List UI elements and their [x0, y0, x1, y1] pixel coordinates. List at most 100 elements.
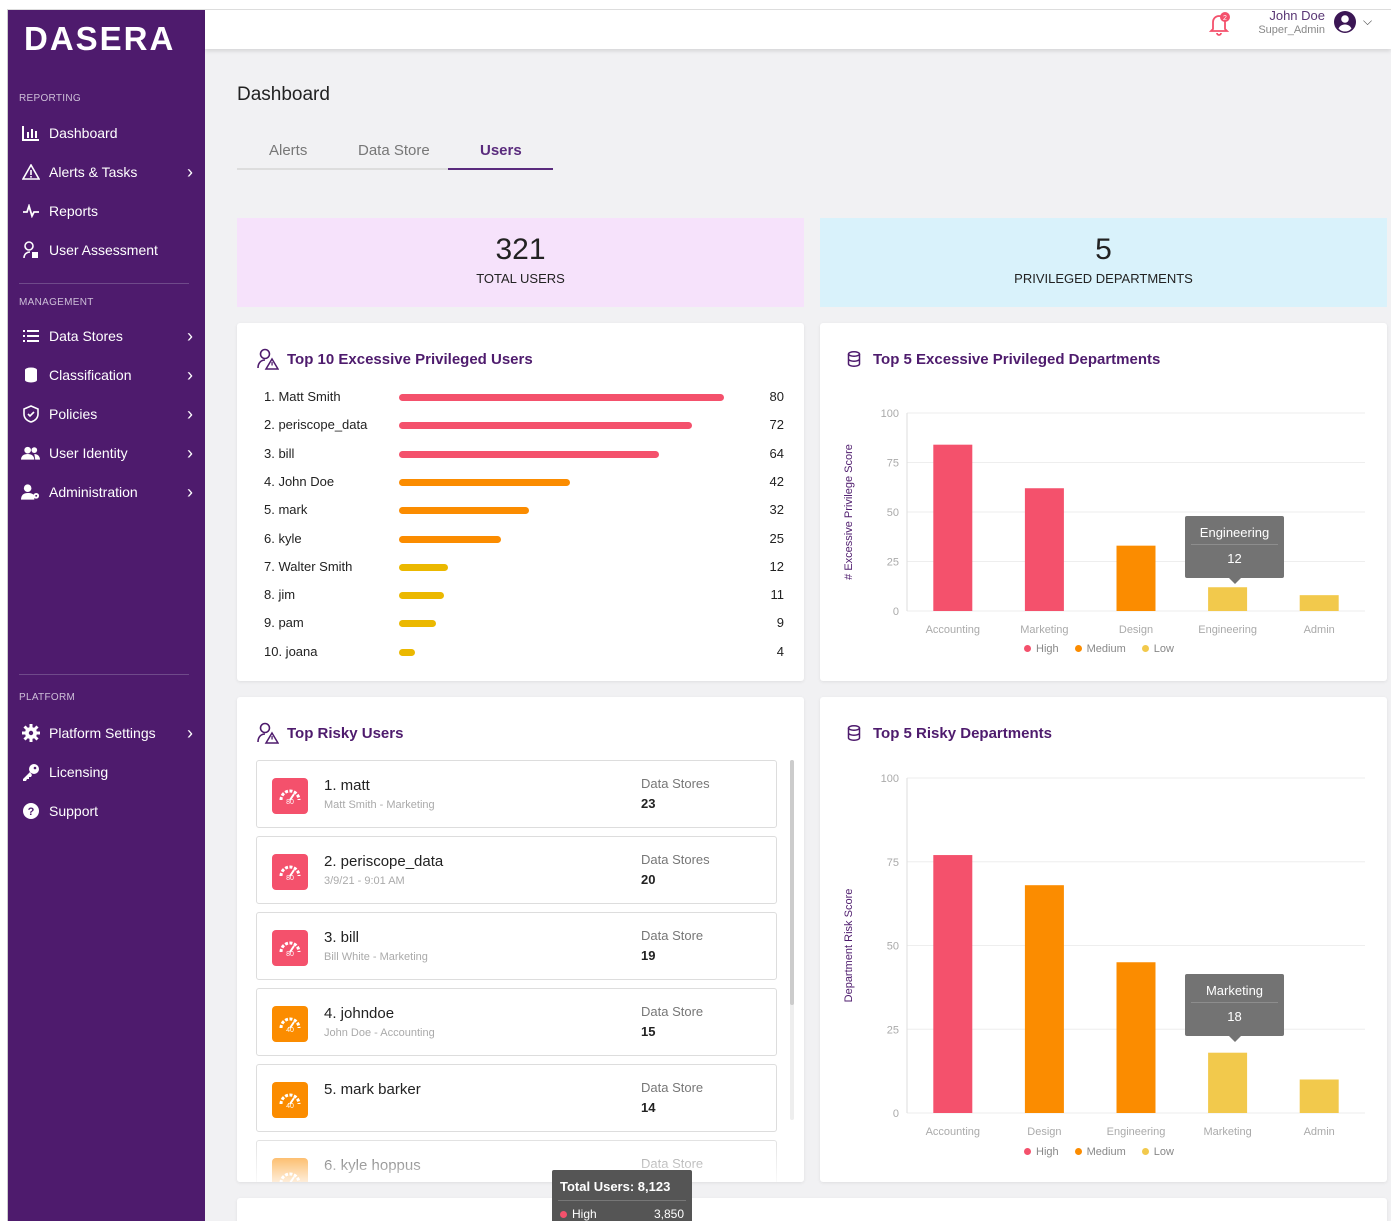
- sidebar-item-data-stores[interactable]: Data Stores ›: [21, 324, 193, 348]
- table-row[interactable]: 8. jim 11: [264, 587, 784, 607]
- scrollbar-thumb[interactable]: [790, 760, 794, 1005]
- page-title: Dashboard: [237, 84, 330, 105]
- chevron-right-icon: ›: [187, 482, 193, 502]
- top-privileged-departments-card: Top 5 Excessive Privileged Departments 0…: [820, 323, 1387, 681]
- risk-score: 80: [286, 798, 294, 806]
- sidebar-item-platform-settings[interactable]: Platform Settings ›: [21, 721, 193, 745]
- pulse-icon: [21, 202, 40, 221]
- tooltip-label: Engineering: [1199, 525, 1270, 540]
- table-row[interactable]: 4. John Doe 42: [264, 474, 784, 494]
- legend-high[interactable]: High: [1024, 643, 1059, 655]
- x-tick-label: Admin: [1304, 624, 1335, 636]
- chart-bar: [1116, 545, 1156, 611]
- chart-bar: [933, 855, 973, 1113]
- user-role: Super_Admin: [1258, 24, 1325, 36]
- tooltip-value: 18: [1227, 1009, 1242, 1024]
- score-bar: [399, 478, 570, 486]
- data-stores-label: Data Store: [641, 1080, 704, 1095]
- list-item[interactable]: 80 3. bill Bill White - Marketing Data Stor…: [256, 912, 777, 980]
- y-tick-label: 75: [887, 458, 899, 470]
- risk-gauge-icon: 80: [272, 854, 308, 890]
- risk-score: 40: [286, 1102, 294, 1110]
- chart-bar: [1116, 962, 1156, 1113]
- user-name: 9. pam: [264, 615, 304, 631]
- data-stores-value: 15: [641, 1024, 656, 1039]
- card-title: Top Risky Users: [257, 722, 403, 744]
- risky-departments-chart: 0 25 50 75 100 Department Risk Score Accountin…: [843, 773, 1365, 1138]
- table-row[interactable]: 6. kyle 25: [264, 531, 784, 551]
- chevron-down-icon[interactable]: ⌵: [1363, 14, 1372, 29]
- table-row[interactable]: 3. bill 64: [264, 446, 784, 466]
- sidebar-item-label: Dashboard: [49, 125, 118, 141]
- sidebar-divider: [19, 283, 189, 284]
- tab-users[interactable]: Users: [480, 142, 522, 159]
- sidebar-item-support[interactable]: ? Support: [21, 799, 193, 823]
- legend-high[interactable]: High: [1024, 1146, 1059, 1158]
- data-stores-value: 23: [641, 796, 656, 811]
- list-item[interactable]: 80 1. matt Matt Smith - Marketing Data Stor…: [256, 760, 777, 828]
- legend-label: Low: [1153, 1146, 1174, 1158]
- table-row[interactable]: 2. periscope_data 72: [264, 417, 784, 437]
- x-tick-label: Marketing: [1203, 1126, 1251, 1138]
- help-icon: ?: [21, 802, 40, 821]
- list-item[interactable]: 40 4. johndoe John Doe - Accounting Data St…: [256, 988, 777, 1056]
- avatar[interactable]: [1334, 11, 1356, 33]
- top-privileged-users-card: Top 10 Excessive Privileged Users 1. Mat…: [237, 323, 804, 681]
- legend-medium[interactable]: Medium: [1074, 643, 1126, 655]
- sidebar-item-user-identity[interactable]: User Identity ›: [21, 441, 193, 465]
- user-warning-icon: [257, 348, 279, 370]
- bar-chart-icon: [21, 124, 40, 143]
- chevron-right-icon: ›: [187, 404, 193, 424]
- table-row[interactable]: 7. Walter Smith 12: [264, 559, 784, 579]
- data-stores-label: Data Stores: [641, 776, 710, 791]
- table-row[interactable]: 10. joana 4: [264, 644, 784, 664]
- notification-bell-icon[interactable]: 2: [1208, 12, 1231, 41]
- tab-data-store[interactable]: Data Store: [358, 142, 430, 159]
- sidebar-item-user-assessment[interactable]: User Assessment: [21, 238, 193, 262]
- dasera-logo[interactable]: DASERA: [24, 20, 175, 58]
- table-row[interactable]: 1. Matt Smith 80: [264, 389, 784, 409]
- tooltip-row-value: 3,850: [653, 1207, 684, 1221]
- risky-user-subtitle: 3/9/21 - 9:01 AM: [324, 875, 405, 887]
- sidebar-item-licensing[interactable]: Licensing: [21, 760, 193, 784]
- list-item[interactable]: 40 5. mark barker Data Store 14: [256, 1064, 777, 1132]
- sidebar-item-label: Support: [49, 803, 99, 819]
- sidebar-item-label: Policies: [49, 406, 98, 422]
- list-item[interactable]: 80 2. periscope_data 3/9/21 - 9:01 AM Data …: [256, 836, 777, 904]
- table-row[interactable]: 9. pam 9: [264, 615, 784, 635]
- user-name: 10. joana: [264, 643, 318, 659]
- sidebar-item-alerts-tasks[interactable]: Alerts & Tasks ›: [21, 160, 193, 184]
- privileged-departments-card: 5 PRIVILEGED DEPARTMENTS: [820, 218, 1387, 307]
- tooltip-row-label-text: High: [572, 1207, 597, 1221]
- risk-score: 80: [286, 950, 294, 958]
- x-tick-label: Accounting: [926, 624, 980, 636]
- score-bar: [399, 535, 501, 543]
- sidebar-item-classification[interactable]: Classification ›: [21, 363, 193, 387]
- total-users-value: 321: [495, 233, 546, 266]
- y-tick-label: 50: [887, 941, 899, 953]
- x-tick-label: Engineering: [1107, 1126, 1166, 1138]
- scrollbar[interactable]: [790, 760, 794, 1120]
- y-tick-label: 25: [887, 1024, 899, 1036]
- score-bar: [399, 422, 692, 430]
- legend-low[interactable]: Low: [1141, 1146, 1174, 1158]
- table-row[interactable]: 5. mark 32: [264, 502, 784, 522]
- tab-alerts[interactable]: Alerts: [269, 142, 307, 159]
- sidebar-item-administration[interactable]: Administration ›: [21, 480, 193, 504]
- chevron-right-icon: ›: [187, 162, 193, 182]
- sidebar-item-reports[interactable]: Reports: [21, 199, 193, 223]
- legend-medium[interactable]: Medium: [1074, 1146, 1126, 1158]
- sidebar-item-policies[interactable]: Policies ›: [21, 402, 193, 426]
- tooltip-row-label: High: [560, 1207, 597, 1221]
- sidebar-item-dashboard[interactable]: Dashboard: [21, 121, 193, 145]
- legend-label: Low: [1153, 643, 1174, 655]
- notification-count: 2: [1223, 15, 1227, 22]
- list-icon: [21, 327, 40, 346]
- user-name: 4. John Doe: [264, 473, 335, 489]
- privileged-departments-label: PRIVILEGED DEPARTMENTS: [1014, 271, 1193, 286]
- data-stores-value: 14: [641, 1100, 656, 1115]
- legend-low[interactable]: Low: [1141, 643, 1174, 655]
- sidebar-item-label: Platform Settings: [49, 725, 156, 741]
- chart-tooltip: Marketing 18: [1185, 974, 1284, 1042]
- user-score: 4: [776, 643, 784, 659]
